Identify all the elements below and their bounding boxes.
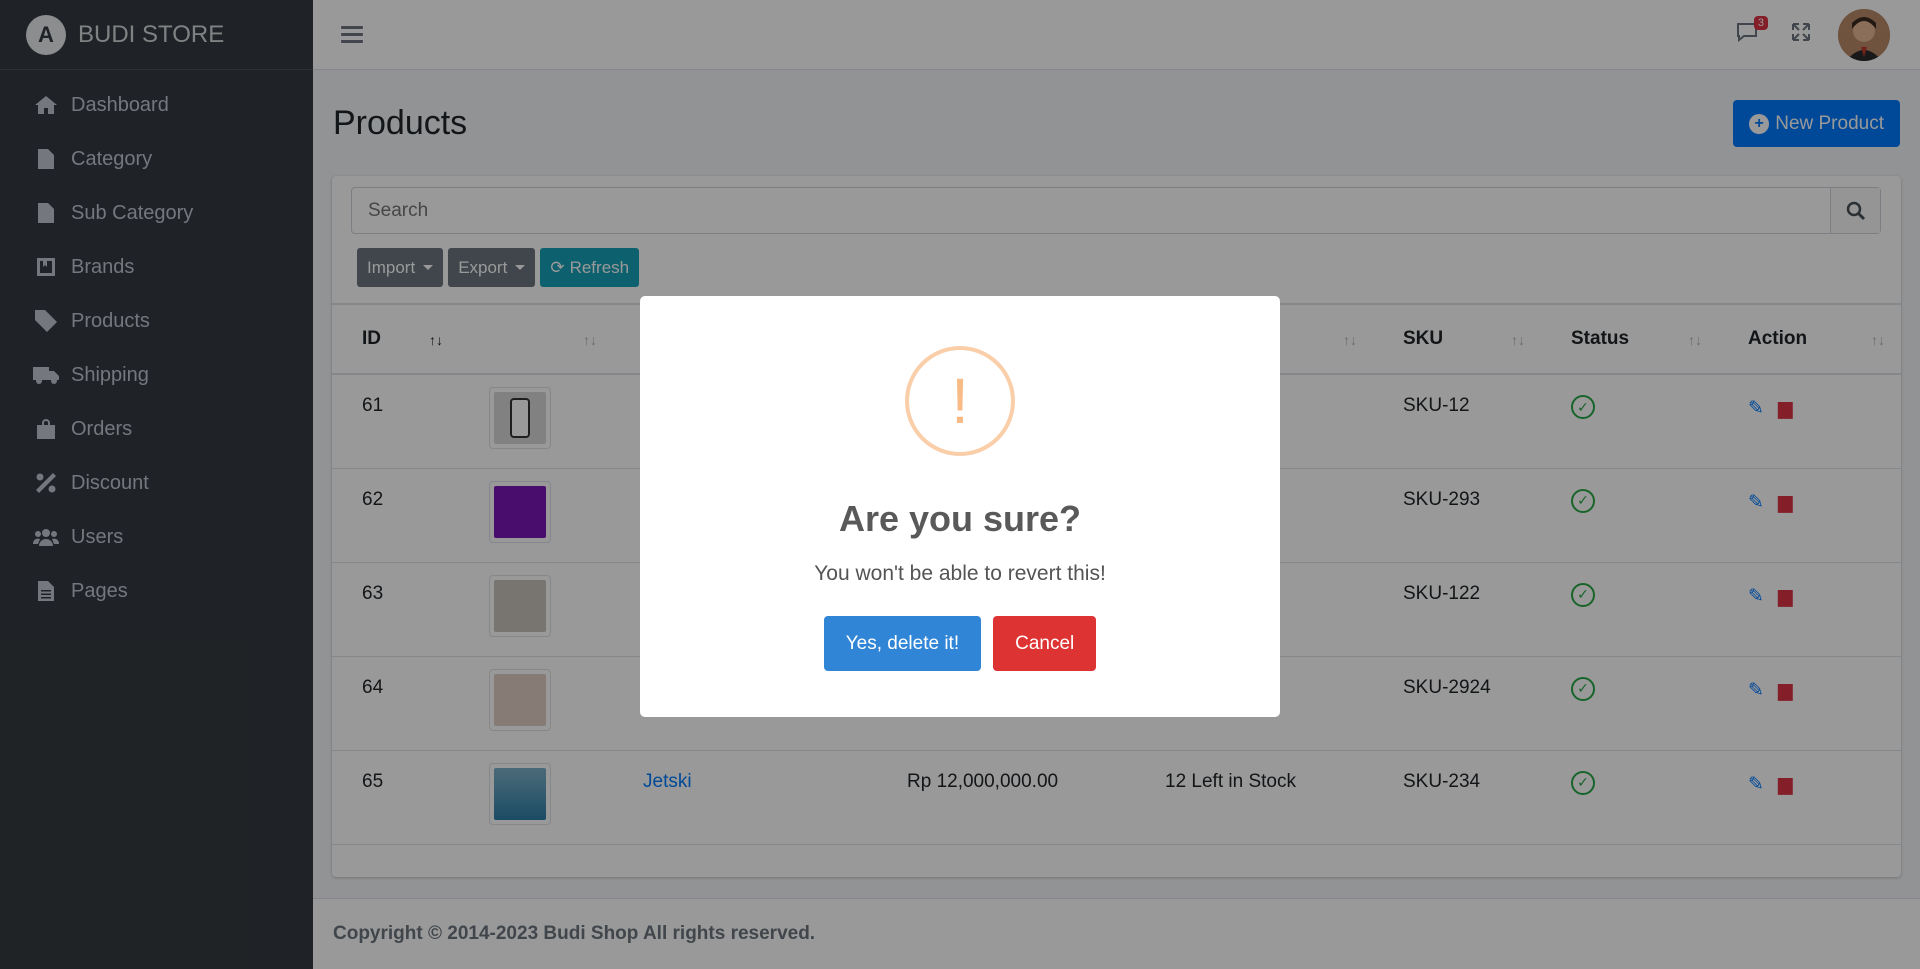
warning-icon: ! — [905, 346, 1015, 456]
dialog-actions: Yes, delete it! Cancel — [640, 616, 1280, 671]
confirm-delete-button[interactable]: Yes, delete it! — [823, 616, 982, 671]
cancel-button[interactable]: Cancel — [993, 616, 1097, 671]
dialog-message: You won't be able to revert this! — [814, 562, 1106, 585]
confirm-dialog: ! Are you sure? You won't be able to rev… — [640, 296, 1280, 717]
dialog-title: Are you sure? — [838, 498, 1082, 539]
